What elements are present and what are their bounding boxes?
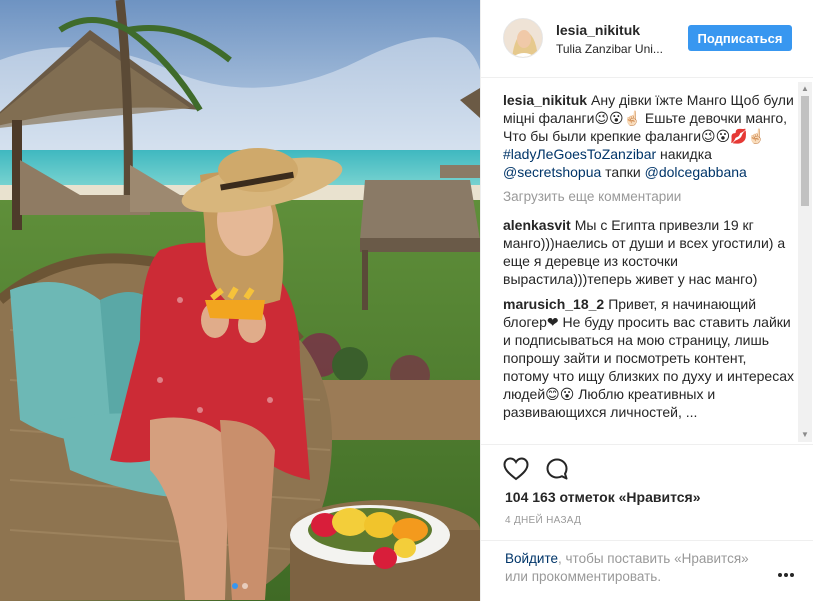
comment-author[interactable]: marusich_18_2: [503, 296, 604, 312]
comment-item: alenkasvit Мы с Египта привезли 19 кг ман…: [503, 216, 795, 288]
comment-author[interactable]: alenkasvit: [503, 217, 571, 233]
likes-count[interactable]: 104 163 отметок «Нравится»: [505, 489, 701, 505]
avatar[interactable]: [503, 18, 543, 58]
caption-mention[interactable]: @secretshopua: [503, 164, 601, 180]
caption-text: накидка: [656, 146, 712, 162]
comment-icon[interactable]: [545, 457, 569, 481]
comments-scrollbar[interactable]: ▲ ▼: [798, 82, 812, 442]
carousel-indicator: [0, 583, 480, 589]
scrollbar-thumb[interactable]: [801, 96, 809, 206]
post-header: lesia_nikituk Tulia Zanzibar Uni... Подп…: [481, 0, 813, 78]
comment-footer: Войдите, чтобы поставить «Нравится» или …: [481, 540, 813, 601]
scroll-up-arrow-icon[interactable]: ▲: [798, 82, 812, 96]
post-timestamp: 4 ДНЕЙ НАЗАД: [505, 515, 582, 526]
caption: lesia_nikituk Ану дівки їжте Манго Щоб бу…: [503, 91, 795, 181]
post-actions: 104 163 отметок «Нравится» 4 ДНЕЙ НАЗАД: [481, 444, 813, 544]
caption-author[interactable]: lesia_nikituk: [503, 92, 587, 108]
comment-text: Привет, я начинающий блогер❤ Не буду про…: [503, 296, 794, 420]
post-side-panel: lesia_nikituk Tulia Zanzibar Uni... Подп…: [480, 0, 813, 601]
load-more-comments-link[interactable]: Загрузить еще комментарии: [503, 188, 795, 206]
caption-text: тапки: [601, 164, 645, 180]
comments-list: lesia_nikituk Ану дівки їжте Манго Щоб бу…: [503, 91, 795, 446]
scroll-down-arrow-icon[interactable]: ▼: [798, 428, 812, 442]
heart-icon[interactable]: [503, 457, 529, 481]
follow-button[interactable]: Подписаться: [688, 25, 792, 51]
carousel-dot[interactable]: [242, 583, 248, 589]
login-link[interactable]: Войдите: [505, 551, 558, 566]
more-options-icon[interactable]: [777, 565, 795, 583]
comment-item: marusich_18_2 Привет, я начинающий блогер…: [503, 295, 795, 421]
caption-hashtag[interactable]: #ladyЛеGoesToZanzibar: [503, 146, 656, 162]
caption-mention[interactable]: @dolcegabbana: [645, 164, 747, 180]
post-photo[interactable]: [0, 0, 480, 601]
post-location[interactable]: Tulia Zanzibar Uni...: [556, 42, 686, 56]
avatar-image: [504, 19, 542, 57]
login-prompt: Войдите, чтобы поставить «Нравится» или …: [505, 550, 765, 586]
photo-illustration: [0, 0, 480, 601]
carousel-dot-active[interactable]: [232, 583, 238, 589]
post-author-username[interactable]: lesia_nikituk: [556, 22, 640, 38]
